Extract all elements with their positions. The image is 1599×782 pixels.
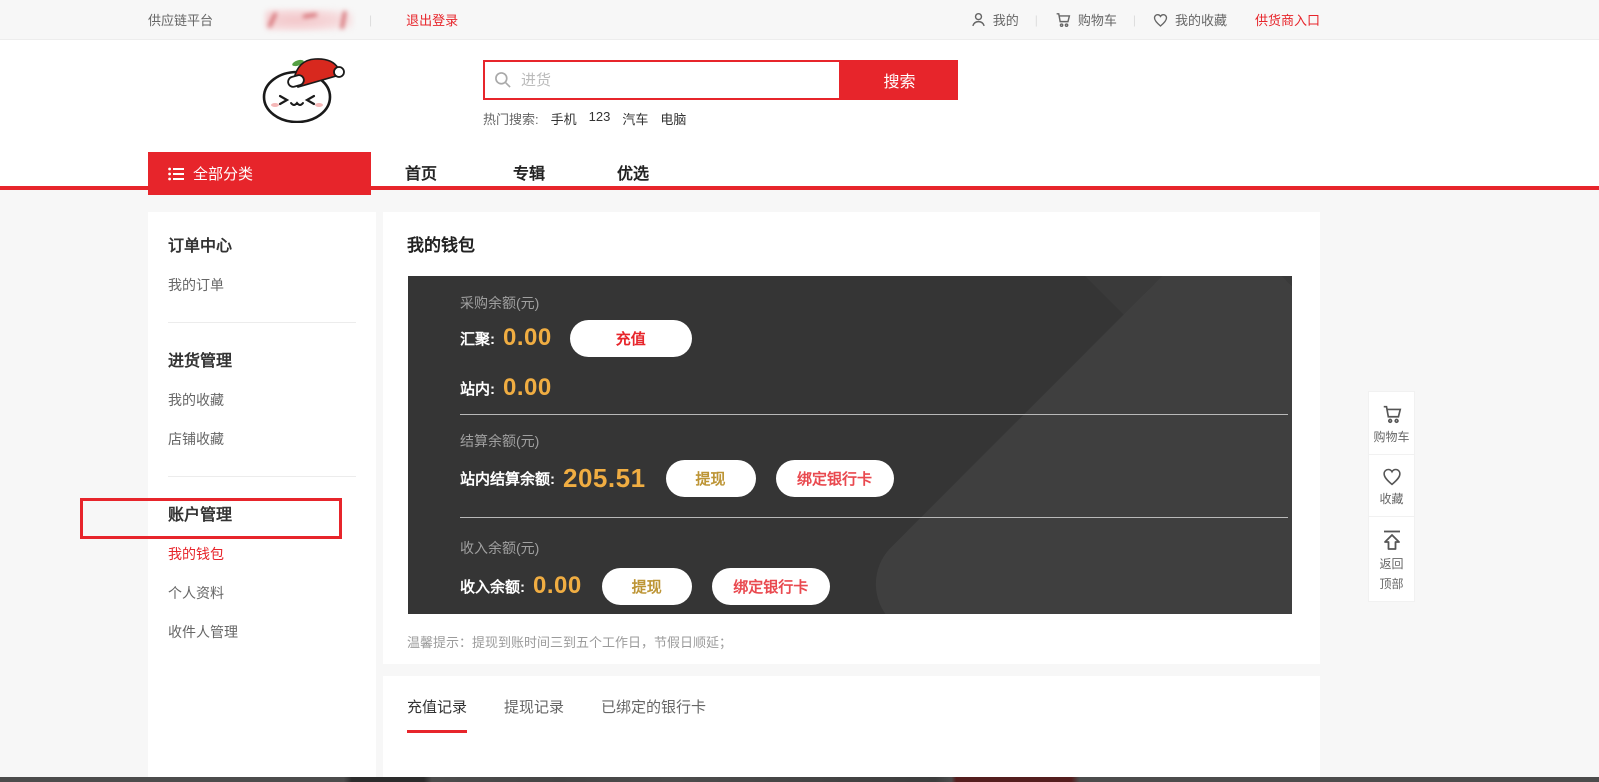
income-value: 0.00 — [533, 572, 582, 600]
all-categories-button[interactable]: 全部分类 — [148, 152, 371, 195]
supplier-entry-link[interactable]: 供货商入口 — [1255, 10, 1320, 29]
nav-premium[interactable]: 优选 — [617, 160, 649, 184]
search-input[interactable] — [483, 60, 841, 100]
tab-bound-bank-cards[interactable]: 已绑定的银行卡 — [601, 696, 706, 733]
hot-search-item[interactable]: 汽车 — [622, 109, 648, 128]
sidebar-item-my-orders[interactable]: 我的订单 — [168, 275, 356, 295]
cart-icon — [1054, 11, 1072, 28]
category-list-icon — [168, 167, 184, 181]
sidebar-item-recipients[interactable]: 收件人管理 — [168, 622, 356, 642]
sidebar-section-title: 账户管理 — [168, 501, 356, 525]
hot-search-row: 热门搜索: 手机 123 汽车 电脑 — [483, 109, 686, 128]
page-title: 我的钱包 — [407, 231, 475, 256]
topbar-right: 我的 | 购物车 | 我的收藏 供货商入口 — [970, 0, 1320, 39]
my-account-link[interactable]: 我的 — [970, 10, 1019, 29]
float-cart-button[interactable]: 购物车 — [1369, 392, 1414, 454]
search-icon — [493, 70, 513, 90]
sidebar-section-title: 进货管理 — [168, 347, 356, 371]
back-to-top-button[interactable]: 返回 顶部 — [1369, 516, 1414, 601]
divider — [168, 476, 356, 477]
zhannei-name: 站内: — [460, 378, 495, 399]
favorites-label: 我的收藏 — [1175, 10, 1227, 29]
divider — [460, 414, 1288, 415]
withdraw-button[interactable]: 提现 — [666, 460, 756, 497]
hot-search-item[interactable]: 123 — [589, 109, 611, 128]
hot-search-label: 热门搜索: — [483, 109, 539, 128]
bottom-window-edge — [0, 777, 1599, 782]
tab-withdraw-records[interactable]: 提现记录 — [504, 696, 564, 733]
tab-label: 充值记录 — [407, 699, 467, 716]
float-favorite-button[interactable]: 收藏 — [1369, 454, 1414, 516]
back-to-top-label-1: 返回 — [1379, 557, 1403, 572]
sidebar-item-my-favorites[interactable]: 我的收藏 — [168, 390, 356, 410]
topbar-left: 供应链平台 | 退出登录 — [148, 0, 458, 39]
cart-icon — [1380, 403, 1404, 425]
user-name-redacted[interactable] — [265, 9, 353, 31]
logout-link[interactable]: 退出登录 — [406, 10, 458, 29]
nav-home[interactable]: 首页 — [405, 160, 437, 184]
settlement-value: 205.51 — [563, 463, 646, 494]
divider — [168, 322, 356, 323]
records-panel: 充值记录 提现记录 已绑定的银行卡 — [383, 676, 1320, 777]
hot-search-item[interactable]: 电脑 — [660, 109, 686, 128]
site-logo[interactable] — [252, 55, 347, 123]
favorites-link[interactable]: 我的收藏 — [1152, 10, 1227, 29]
active-tab-underline — [407, 730, 467, 733]
heart-icon — [1152, 12, 1169, 28]
settlement-name: 站内结算余额: — [460, 468, 555, 489]
huiju-balance-row: 汇聚: 0.00 充值 — [460, 318, 692, 358]
separator: | — [1133, 13, 1136, 27]
back-to-top-icon — [1380, 528, 1404, 552]
top-bar: 供应链平台 | 退出登录 我的 | 购物车 — [0, 0, 1599, 40]
tab-recharge-records[interactable]: 充值记录 — [407, 696, 467, 733]
balance-card: 采购余额(元) 汇聚: 0.00 充值 站内: 0.00 结算余额(元) 站内结… — [408, 276, 1292, 614]
huiju-name: 汇聚: — [460, 328, 495, 349]
sidebar-item-shop-favorites[interactable]: 店铺收藏 — [168, 429, 356, 449]
zhannei-value: 0.00 — [503, 374, 552, 402]
all-categories-label: 全部分类 — [193, 163, 253, 184]
user-icon — [970, 11, 987, 28]
sidebar-item-profile[interactable]: 个人资料 — [168, 583, 356, 603]
settlement-balance-row: 站内结算余额: 205.51 提现 绑定银行卡 — [460, 458, 894, 498]
float-favorite-label: 收藏 — [1379, 492, 1403, 507]
income-balance-row: 收入余额: 0.00 提现 绑定银行卡 — [460, 566, 830, 606]
float-cart-label: 购物车 — [1373, 430, 1409, 445]
withdraw-tip: 温馨提示：提现到账时间三到五个工作日，节假日顺延； — [407, 632, 732, 651]
bind-bank-card-button[interactable]: 绑定银行卡 — [712, 568, 830, 605]
records-tabs: 充值记录 提现记录 已绑定的银行卡 — [383, 676, 1320, 733]
zhannei-balance-row: 站内: 0.00 — [460, 368, 552, 408]
search-bar: 搜索 — [483, 60, 958, 100]
card-decor-shape — [854, 276, 1292, 614]
nav-albums[interactable]: 专辑 — [513, 160, 545, 184]
cart-label: 购物车 — [1078, 10, 1117, 29]
floating-toolbar: 购物车 收藏 返回 顶部 — [1368, 391, 1415, 602]
sidebar-item-my-wallet[interactable]: 我的钱包 — [168, 544, 356, 564]
back-to-top-label-2: 顶部 — [1379, 577, 1403, 592]
separator: | — [1035, 13, 1038, 27]
my-account-label: 我的 — [993, 10, 1019, 29]
income-balance-label: 收入余额(元) — [460, 538, 539, 558]
recharge-button[interactable]: 充值 — [570, 320, 692, 357]
heart-icon — [1380, 466, 1404, 487]
hot-search-item[interactable]: 手机 — [551, 109, 577, 128]
purchase-balance-label: 采购余额(元) — [460, 293, 539, 313]
withdraw-button[interactable]: 提现 — [602, 568, 692, 605]
cart-link[interactable]: 购物车 — [1054, 10, 1117, 29]
account-sidebar: 订单中心 我的订单 进货管理 我的收藏 店铺收藏 账户管理 我的钱包 个人资料 … — [148, 212, 376, 777]
settlement-balance-label: 结算余额(元) — [460, 431, 539, 451]
bind-bank-card-button[interactable]: 绑定银行卡 — [776, 460, 894, 497]
platform-label: 供应链平台 — [148, 10, 213, 29]
divider — [460, 517, 1288, 518]
search-button[interactable]: 搜索 — [841, 60, 958, 100]
income-name: 收入余额: — [460, 576, 525, 597]
separator: | — [369, 13, 372, 27]
wallet-panel: 我的钱包 采购余额(元) 汇聚: 0.00 充值 站内: 0.00 结算余额(元… — [383, 212, 1320, 664]
huiju-value: 0.00 — [503, 324, 552, 352]
sidebar-section-title: 订单中心 — [168, 232, 356, 256]
